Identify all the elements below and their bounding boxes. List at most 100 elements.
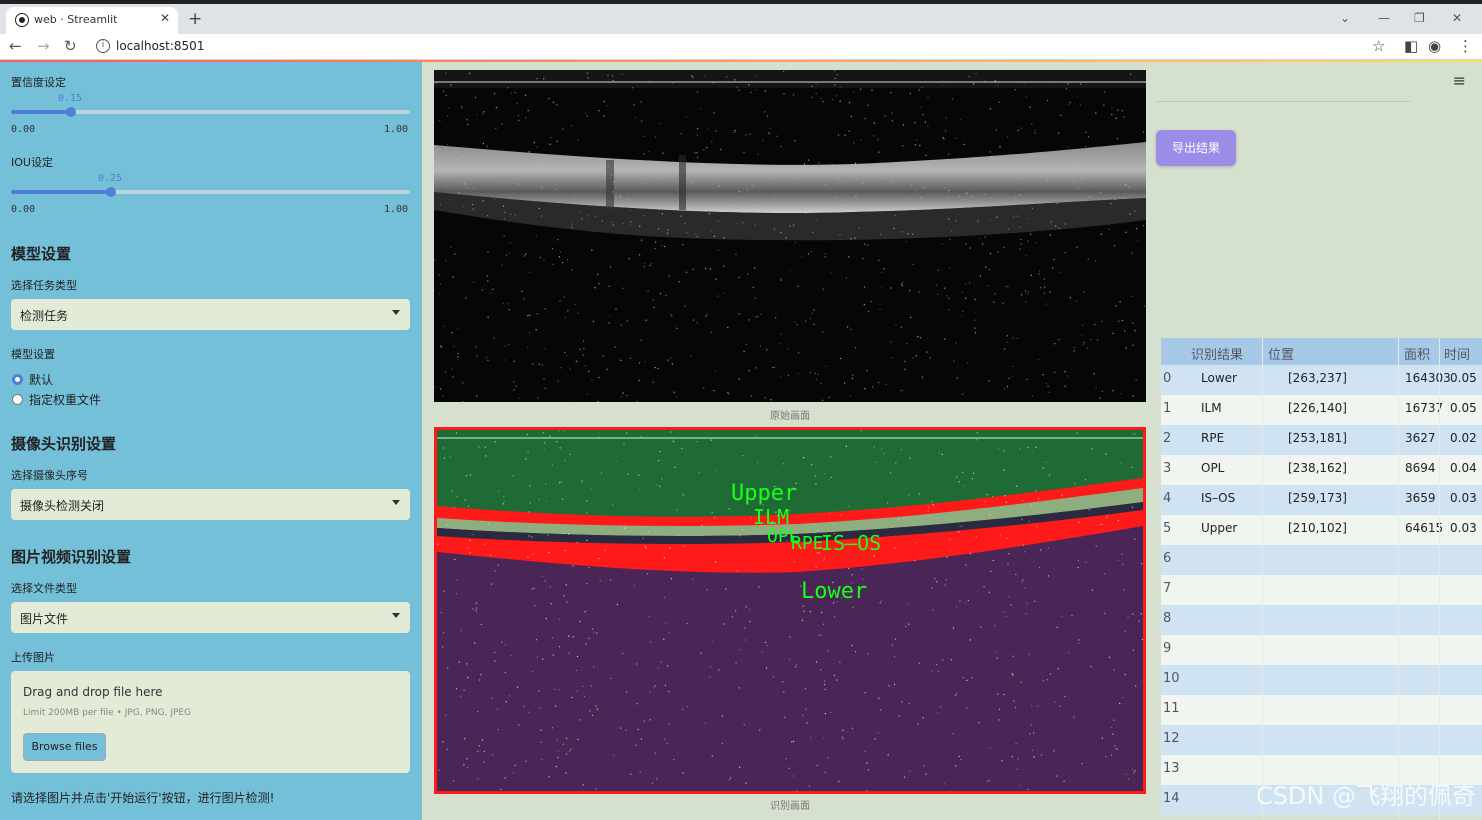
confidence-slider-thumb[interactable]	[65, 107, 76, 117]
table-row[interactable]: 9	[1161, 635, 1482, 665]
label-lower: Lower	[801, 579, 867, 604]
more-menu-icon[interactable]: ⋮	[1458, 37, 1473, 55]
radio-unchecked-icon	[12, 394, 23, 405]
cell-position: [238,162]	[1288, 461, 1347, 475]
header-position[interactable]: 位置	[1268, 344, 1294, 363]
star-icon[interactable]: ☆	[1372, 37, 1385, 55]
file-type-select[interactable]: 图片文件	[11, 602, 410, 633]
reload-icon[interactable]: ↻	[64, 37, 77, 55]
confidence-slider[interactable]	[11, 107, 410, 117]
browse-files-button[interactable]: Browse files	[23, 733, 106, 761]
confidence-min: 0.00	[11, 124, 36, 135]
cell-position: [259,173]	[1288, 491, 1347, 505]
close-window-icon[interactable]: ✕	[1452, 11, 1462, 25]
radio-custom-weights[interactable]: 指定权重文件	[12, 391, 101, 408]
table-row[interactable]: 0 Lower [263,237] 164303 0.05	[1161, 365, 1482, 395]
sidepanel-icon[interactable]: ◧	[1404, 37, 1418, 55]
table-row[interactable]: 8	[1161, 605, 1482, 635]
cell-time: 0.03	[1450, 491, 1477, 505]
cell-result: ILM	[1201, 401, 1222, 415]
original-caption: 原始画面	[770, 411, 810, 422]
label-upper: Upper	[731, 481, 797, 506]
file-type-value: 图片文件	[20, 612, 69, 626]
camera-heading: 摄像头识别设置	[11, 435, 117, 453]
dropzone-limit: Limit 200MB per file • JPG, PNG, JPEG	[23, 708, 192, 718]
detection-image: Upper ILM OPL RPE IS–OS Lower	[434, 427, 1146, 794]
row-index: 2	[1163, 431, 1172, 446]
table-row[interactable]: 3 OPL [238,162] 8694 0.04	[1161, 455, 1482, 485]
info-icon[interactable]: i	[96, 39, 110, 53]
label-is-os: IS–OS	[821, 531, 881, 555]
iou-value: 0.25	[98, 173, 123, 184]
iou-max: 1.00	[384, 204, 409, 215]
table-row[interactable]: 1 ILM [226,140] 16737 0.05	[1161, 395, 1482, 425]
table-row[interactable]: 6	[1161, 545, 1482, 575]
forward-icon[interactable]: →	[37, 37, 50, 55]
results-table[interactable]: 识别结果 位置 面积 时间 0 Lower [263,237] 164303 0.05 1…	[1161, 338, 1482, 820]
browser-tab[interactable]: web · Streamlit ✕	[6, 7, 178, 34]
table-row[interactable]: 7	[1161, 575, 1482, 605]
iou-slider[interactable]	[11, 187, 410, 197]
header-area[interactable]: 面积	[1404, 344, 1430, 363]
task-type-label: 选择任务类型	[11, 279, 77, 292]
camera-index-value: 摄像头检测关闭	[20, 499, 105, 513]
iou-slider-thumb[interactable]	[105, 187, 116, 197]
new-tab-icon[interactable]: +	[188, 9, 202, 29]
address-bar: ← → ↻ i localhost:8501 ☆ ◧ ◉ ⋮	[0, 34, 1482, 60]
table-row[interactable]: 5 Upper [210,102] 64615 0.03	[1161, 515, 1482, 545]
confidence-label: 置信度设定	[11, 76, 66, 89]
hamburger-menu-icon[interactable]: ≡	[1453, 71, 1466, 90]
table-row[interactable]: 12	[1161, 725, 1482, 755]
model-label: 模型设置	[11, 348, 55, 361]
label-rpe: RPE	[791, 533, 824, 554]
cell-position: [263,237]	[1288, 371, 1347, 385]
tab-list-icon[interactable]: ⌄	[1340, 11, 1350, 25]
row-index: 5	[1163, 521, 1172, 536]
cell-position: [226,140]	[1288, 401, 1347, 415]
radio-default-weights[interactable]: 默认	[12, 371, 53, 388]
header-result[interactable]: 识别结果	[1191, 344, 1243, 363]
table-header: 识别结果 位置 面积 时间	[1161, 338, 1482, 365]
url-field[interactable]: localhost:8501	[116, 39, 204, 53]
dropzone-title: Drag and drop file here	[23, 685, 163, 699]
chevron-down-icon	[392, 613, 400, 618]
export-results-button[interactable]: 导出结果	[1156, 130, 1236, 166]
minimize-icon[interactable]: —	[1378, 11, 1390, 25]
cell-time: 0.02	[1450, 431, 1477, 445]
close-tab-icon[interactable]: ✕	[160, 11, 170, 25]
profile-icon[interactable]: ◉	[1428, 37, 1441, 55]
row-index: 0	[1163, 371, 1172, 386]
media-heading: 图片视频识别设置	[11, 548, 132, 566]
file-dropzone[interactable]: Drag and drop file here Limit 200MB per …	[11, 671, 410, 773]
camera-index-select[interactable]: 摄像头检测关闭	[11, 489, 410, 520]
chevron-down-icon	[392, 500, 400, 505]
confidence-value: 0.15	[58, 93, 83, 104]
table-row[interactable]: 10	[1161, 665, 1482, 695]
row-index: 3	[1163, 461, 1172, 476]
column-separator	[1439, 338, 1440, 820]
row-index: 8	[1163, 611, 1172, 626]
cell-time: 0.05	[1450, 371, 1477, 385]
task-type-value: 检测任务	[20, 309, 69, 323]
cell-area: 16737	[1405, 401, 1444, 415]
task-type-select[interactable]: 检测任务	[11, 299, 410, 330]
cell-time: 0.04	[1450, 461, 1477, 475]
row-index: 9	[1163, 641, 1172, 656]
row-index: 4	[1163, 491, 1172, 506]
radio-checked-icon	[12, 374, 23, 385]
table-row[interactable]: 2 RPE [253,181] 3627 0.02	[1161, 425, 1482, 455]
row-index: 7	[1163, 581, 1172, 596]
header-time[interactable]: 时间	[1444, 344, 1470, 363]
restore-icon[interactable]: ❐	[1414, 11, 1425, 25]
cell-result: RPE	[1201, 431, 1225, 445]
back-icon[interactable]: ←	[9, 37, 22, 55]
cell-result: Lower	[1201, 371, 1237, 385]
row-index: 6	[1163, 551, 1172, 566]
cell-result: Upper	[1201, 521, 1238, 535]
radio-default-label: 默认	[29, 373, 54, 387]
iou-slider-fill	[11, 190, 111, 194]
table-row[interactable]: 11	[1161, 695, 1482, 725]
cell-area: 164303	[1405, 371, 1451, 385]
table-row[interactable]: 4 IS–OS [259,173] 3659 0.03	[1161, 485, 1482, 515]
oct-scan-graphic	[434, 70, 1146, 402]
